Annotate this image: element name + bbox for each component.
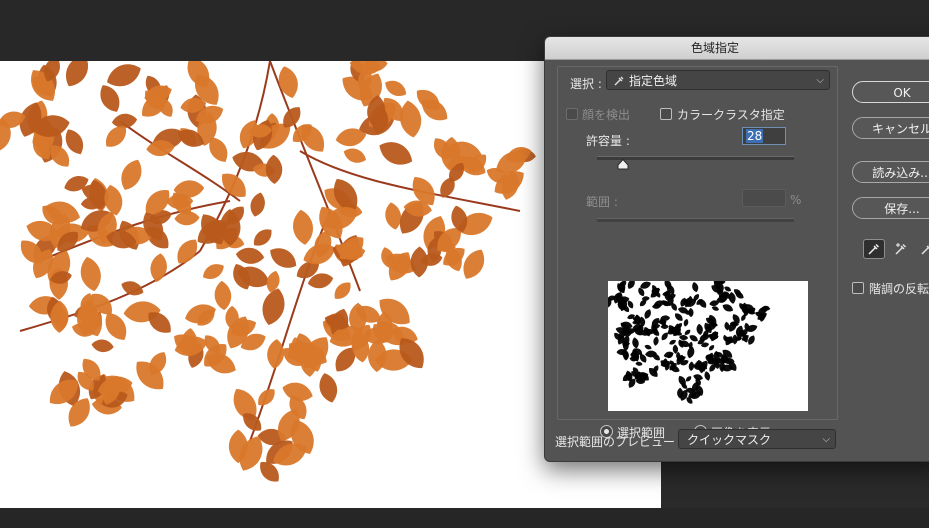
settings-panel: 選択 : 指定色域 ⌵ 顔を検出 カラークラスタ指定 許容量 : 28 範囲 :…	[557, 66, 838, 440]
ok-button[interactable]: OK	[852, 81, 929, 103]
selection-preview[interactable]	[608, 281, 808, 411]
tolerance-label: 許容量 :	[586, 134, 630, 148]
face-detect-label: 顔を検出	[582, 108, 631, 122]
invert-checkbox[interactable]	[852, 282, 864, 294]
color-cluster-label: カラークラスタ指定	[677, 108, 785, 122]
chevron-down-icon: ⌵	[822, 434, 830, 445]
select-label: 選択 :	[570, 77, 602, 91]
tolerance-input[interactable]: 28	[742, 127, 786, 145]
eyedropper-minus-icon[interactable]	[917, 239, 929, 259]
select-value: 指定色域	[629, 74, 678, 88]
preview-mode-dropdown[interactable]: クイックマスク ⌵	[678, 429, 836, 449]
eyedropper-icon[interactable]	[863, 239, 885, 259]
eyedropper-icon	[613, 71, 625, 91]
range-unit: %	[790, 193, 802, 207]
bottom-bar	[0, 508, 929, 528]
preview-mode-label: 選択範囲のプレビュー :	[555, 435, 683, 449]
load-button[interactable]: 読み込み...	[852, 161, 929, 183]
select-dropdown[interactable]: 指定色域 ⌵	[606, 70, 830, 90]
tolerance-value: 28	[746, 129, 764, 143]
preview-mode-value: クイックマスク	[687, 433, 772, 447]
dialog-titlebar: 色域指定	[545, 37, 929, 60]
eyedropper-plus-icon[interactable]	[891, 239, 913, 259]
invert-label: 階調の反転	[869, 282, 929, 296]
range-slider-track[interactable]	[597, 218, 794, 222]
cancel-button[interactable]: キャンセル	[852, 117, 929, 139]
range-input[interactable]	[742, 189, 786, 207]
face-detect-checkbox[interactable]	[566, 108, 578, 120]
chevron-down-icon: ⌵	[816, 75, 824, 86]
save-button[interactable]: 保存...	[852, 197, 929, 219]
color-cluster-checkbox[interactable]	[660, 108, 672, 120]
dialog-title: 色域指定	[690, 41, 739, 55]
range-label: 範囲 :	[586, 195, 618, 209]
color-range-dialog: 色域指定 選択 : 指定色域 ⌵ 顔を検出 カラークラスタ指定 許容量 : 28…	[544, 36, 929, 462]
